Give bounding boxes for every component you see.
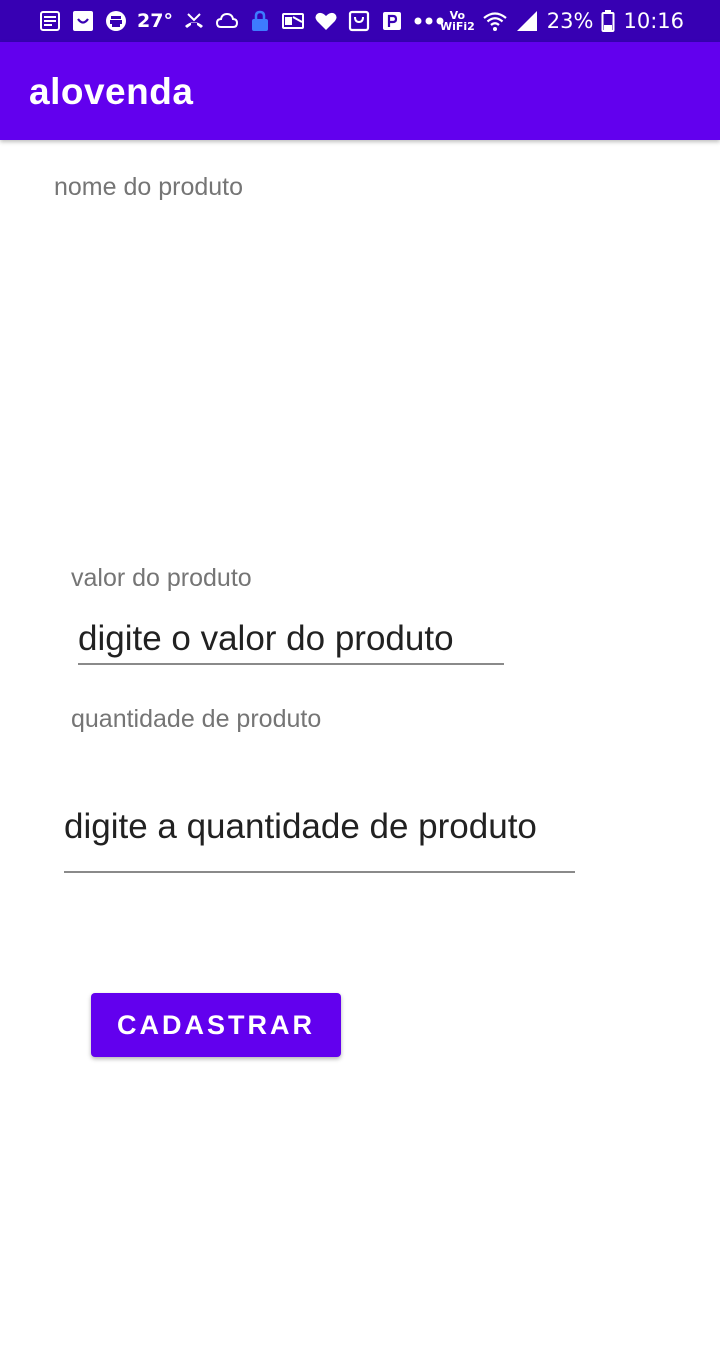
- smile-box-icon: [71, 9, 95, 33]
- parking-icon: [380, 9, 404, 33]
- printer-icon: [104, 9, 128, 33]
- vowifi-icon: Vo WiFi2: [440, 10, 475, 32]
- register-button[interactable]: CADASTRAR: [91, 993, 341, 1057]
- status-bar: 27° Vo WiFi2 23% 10:16: [0, 0, 720, 42]
- wifi-icon: [483, 9, 507, 33]
- system-status-icons: Vo WiFi2 23% 10:16: [440, 6, 684, 36]
- news-icon: [38, 9, 62, 33]
- battery-percent-text: 23%: [546, 9, 594, 33]
- heart-icon: [314, 9, 338, 33]
- signal-icon: [515, 9, 539, 33]
- product-value-input[interactable]: [78, 614, 504, 665]
- battery-icon: [601, 9, 615, 33]
- product-quantity-label: quantidade de produto: [71, 705, 322, 733]
- notification-icons: 27°: [38, 6, 445, 36]
- outlook-icon: [281, 9, 305, 33]
- bag-icon: [347, 9, 371, 33]
- app-title: alovenda: [29, 71, 194, 112]
- lock-icon: [248, 9, 272, 33]
- temperature-text: 27°: [137, 10, 173, 32]
- clock-text: 10:16: [623, 9, 684, 33]
- product-name-label: nome do produto: [54, 173, 244, 201]
- product-quantity-input[interactable]: [64, 800, 575, 873]
- cloud-icon: [215, 9, 239, 33]
- vowifi-label-bottom: WiFi2: [439, 20, 475, 33]
- app-bar: alovenda: [0, 42, 720, 140]
- missed-call-icon: [182, 9, 206, 33]
- product-value-label: valor do produto: [71, 564, 252, 592]
